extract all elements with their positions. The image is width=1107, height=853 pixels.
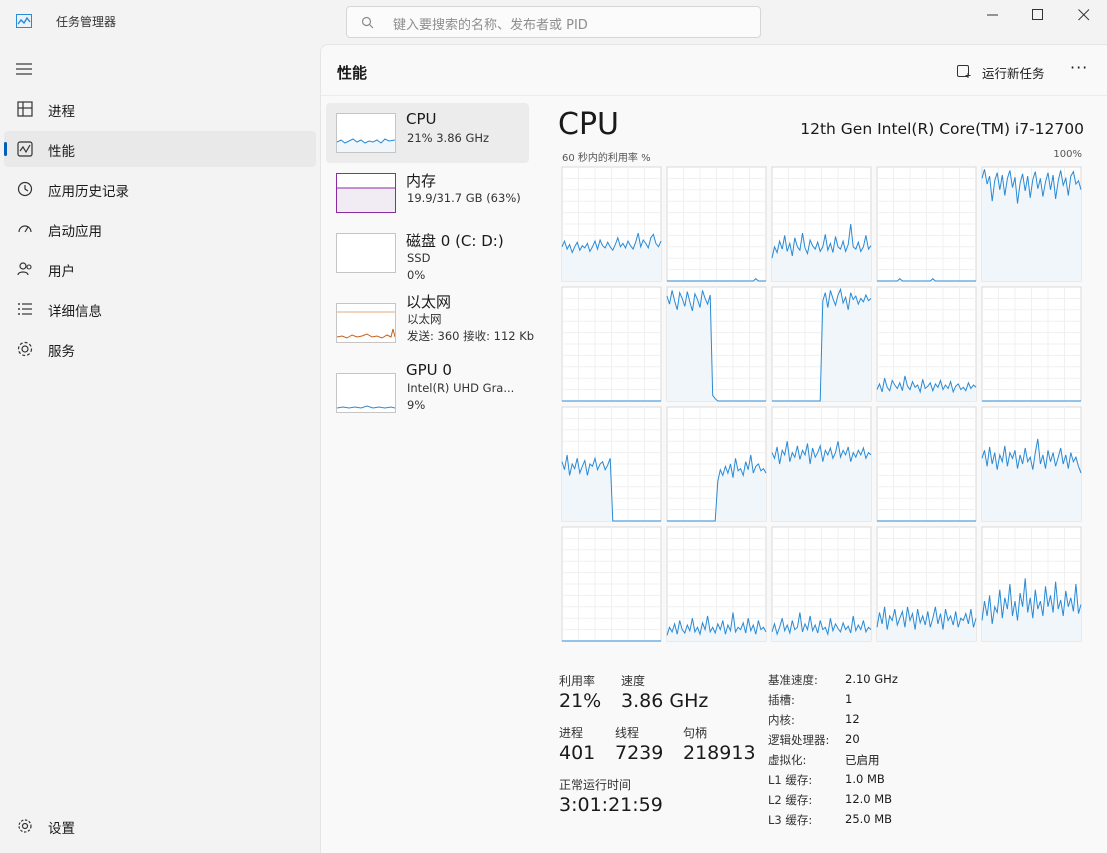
sidebar-item-label: 进程 [48, 104, 75, 120]
sidebar-item-performance[interactable]: 性能 [4, 131, 316, 167]
info-key: 插槽: [768, 693, 795, 707]
cpu-core-graph [771, 526, 872, 642]
startup-apps-icon [18, 225, 32, 233]
sidebar-item-label: 服务 [48, 344, 75, 360]
uptime-label: 正常运行时间 [559, 778, 632, 792]
minimize-icon [987, 14, 998, 16]
cpu-core-graph [876, 526, 977, 642]
cpu-core-graph [561, 406, 662, 522]
sidebar-item-label: 用户 [48, 264, 75, 280]
settings-gear-icon [18, 819, 32, 833]
minimize-button[interactable] [970, 0, 1016, 30]
cpu-core-graph [771, 286, 872, 402]
maximize-button[interactable] [1015, 0, 1061, 30]
cpu-core-graph [561, 526, 662, 642]
users-icon [17, 262, 32, 276]
close-button[interactable] [1061, 0, 1107, 30]
cpu-core-graph [666, 166, 767, 282]
cpu-core-graphs [561, 166, 1082, 642]
info-value: 2.10 GHz [845, 672, 898, 686]
info-value: 1 [845, 692, 853, 706]
active-indicator [4, 142, 7, 156]
info-key: 逻辑处理器: [768, 733, 830, 747]
cpu-core-graph [876, 406, 977, 522]
sidebar-item-settings[interactable]: 设置 [4, 808, 316, 844]
info-value: 1.0 MB [845, 772, 885, 786]
cpu-core-graph [876, 166, 977, 282]
threads-label: 线程 [615, 726, 640, 740]
sidebar-item-processes[interactable]: 进程 [4, 91, 316, 127]
search-placeholder: 键入要搜索的名称、发布者或 PID [393, 18, 588, 33]
cpu-core-graph [666, 526, 767, 642]
processes-value: 401 [559, 742, 596, 764]
info-key: L1 缓存: [768, 773, 813, 787]
cpu-core-graph [666, 286, 767, 402]
cpu-core-graph [981, 286, 1082, 402]
sidebar-item-app-history[interactable]: 应用历史记录 [4, 171, 316, 207]
cpu-core-graph [561, 286, 662, 402]
cpu-core-graph [981, 166, 1082, 282]
processes-label: 进程 [559, 726, 584, 740]
search-input[interactable]: 键入要搜索的名称、发布者或 PID [346, 6, 761, 38]
hamburger-menu-icon[interactable] [16, 62, 32, 76]
details-icon [18, 303, 32, 315]
services-icon [17, 341, 33, 357]
app-history-icon [17, 181, 33, 197]
performance-icon [17, 141, 33, 157]
info-value: 20 [845, 732, 860, 746]
processes-icon [17, 101, 33, 117]
performance-panel: 性能 运行新任务 ··· CPU 21% 3.86 GHz 内存 19.9/31… [320, 44, 1107, 853]
info-key: L3 缓存: [768, 813, 813, 827]
info-key: 虚拟化: [768, 753, 807, 767]
info-value: 12 [845, 712, 860, 726]
uptime-value: 3:01:21:59 [559, 794, 663, 816]
utilization-value: 21% [559, 690, 602, 712]
speed-label: 速度 [621, 674, 646, 688]
task-manager-app-icon [16, 14, 32, 28]
handles-value: 218913 [683, 742, 756, 764]
info-key: 基准速度: [768, 673, 818, 687]
close-icon [1078, 9, 1090, 21]
cpu-core-graph [876, 286, 977, 402]
info-value: 25.0 MB [845, 812, 893, 826]
sidebar-item-users[interactable]: 用户 [4, 251, 316, 287]
sidebar-item-label: 详细信息 [48, 304, 102, 320]
title-bar: 任务管理器 键入要搜索的名称、发布者或 PID [0, 0, 1107, 44]
cpu-core-graph [771, 166, 872, 282]
cpu-core-graph [981, 406, 1082, 522]
cpu-core-graph [666, 406, 767, 522]
app-title: 任务管理器 [56, 15, 117, 29]
search-icon [361, 16, 374, 29]
sidebar-item-label: 启动应用 [48, 224, 102, 240]
info-key: L2 缓存: [768, 793, 813, 807]
info-value: 已启用 [845, 753, 880, 767]
cpu-core-graph [561, 166, 662, 282]
speed-value: 3.86 GHz [621, 690, 709, 712]
threads-value: 7239 [615, 742, 664, 764]
sidebar-item-startup-apps[interactable]: 启动应用 [4, 211, 316, 247]
cpu-core-graph [981, 526, 1082, 642]
utilization-label: 利用率 [559, 674, 596, 688]
sidebar-item-label: 设置 [48, 821, 75, 837]
sidebar-item-services[interactable]: 服务 [4, 331, 316, 367]
sidebar-item-label: 性能 [48, 144, 75, 160]
info-value: 12.0 MB [845, 792, 893, 806]
info-key: 内核: [768, 713, 795, 727]
cpu-core-graph [771, 406, 872, 522]
sidebar-item-details[interactable]: 详细信息 [4, 291, 316, 327]
maximize-icon [1032, 9, 1043, 20]
sidebar-item-label: 应用历史记录 [48, 184, 129, 200]
handles-label: 句柄 [683, 726, 708, 740]
